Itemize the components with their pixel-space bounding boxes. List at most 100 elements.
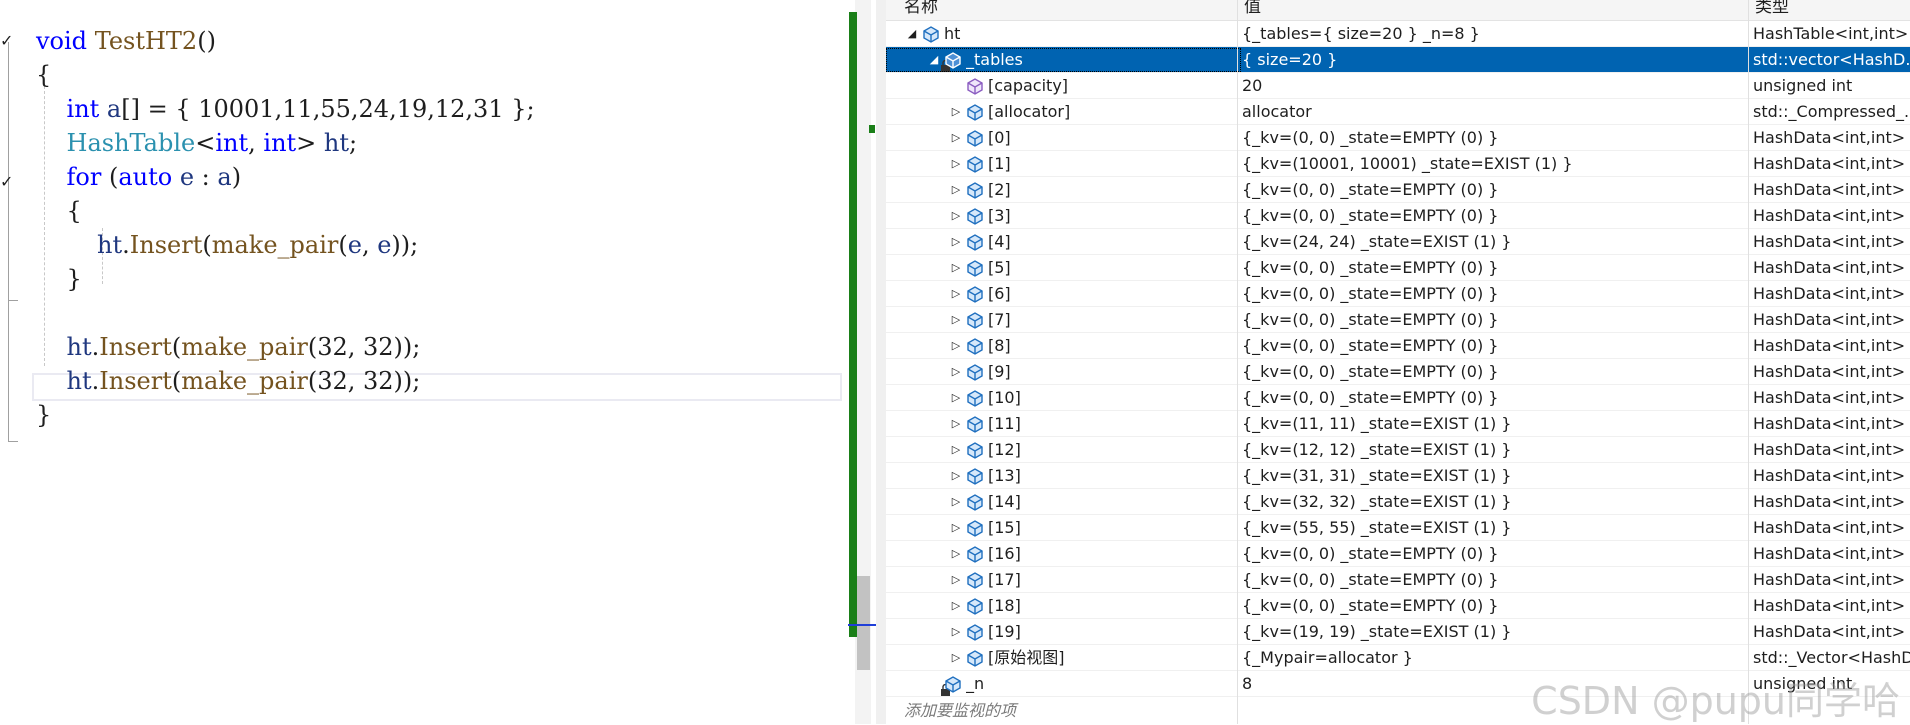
watch-row[interactable]: ▷ [4] {_kv=(24, 24) _state=EXIST (1) } Hash… (886, 229, 1910, 255)
watch-name-cell: [16] (988, 544, 1021, 563)
watch-row[interactable]: ▷ [18] {_kv=(0, 0) _state=EMPTY (0) } HashD… (886, 593, 1910, 619)
expand-arrow-icon[interactable]: ▷ (950, 333, 962, 359)
watch-value-cell[interactable]: {_kv=(0, 0) _state=EMPTY (0) } (1242, 333, 1748, 359)
expand-arrow-icon[interactable]: ▷ (950, 515, 962, 541)
expand-arrow-icon[interactable]: ▷ (950, 255, 962, 281)
code-line[interactable]: for (auto e : a) (36, 160, 242, 194)
watch-value-cell[interactable]: {_kv=(0, 0) _state=EMPTY (0) } (1242, 567, 1748, 593)
expand-arrow-icon[interactable]: ▷ (950, 593, 962, 619)
column-header-type[interactable]: 类型 (1755, 0, 1789, 18)
watch-row[interactable]: ▷ [0] {_kv=(0, 0) _state=EMPTY (0) } HashDa… (886, 125, 1910, 151)
code-line[interactable]: { (36, 58, 51, 92)
watch-value-cell[interactable]: {_kv=(32, 32) _state=EXIST (1) } (1242, 489, 1748, 515)
watch-row[interactable]: ▷ [2] {_kv=(0, 0) _state=EMPTY (0) } HashDa… (886, 177, 1910, 203)
code-line[interactable]: } (36, 262, 82, 296)
watch-value-cell[interactable]: {_kv=(0, 0) _state=EMPTY (0) } (1242, 125, 1748, 151)
watch-row[interactable]: ▷ [8] {_kv=(0, 0) _state=EMPTY (0) } HashDa… (886, 333, 1910, 359)
watch-row[interactable]: ▷ [15] {_kv=(55, 55) _state=EXIST (1) } Has… (886, 515, 1910, 541)
watch-value-cell[interactable]: {_kv=(31, 31) _state=EXIST (1) } (1242, 463, 1748, 489)
expand-arrow-icon[interactable]: ▷ (950, 541, 962, 567)
code-line[interactable]: ht.Insert(make_pair(32, 32)); (36, 364, 421, 398)
expand-arrow-icon[interactable]: ▷ (950, 385, 962, 411)
column-divider[interactable] (1748, 0, 1749, 724)
code-line[interactable]: HashTable<int, int> ht; (36, 126, 358, 160)
watch-row[interactable]: ▷ [10] {_kv=(0, 0) _state=EMPTY (0) } HashD… (886, 385, 1910, 411)
watch-row[interactable]: ▷ [11] {_kv=(11, 11) _state=EXIST (1) } Has… (886, 411, 1910, 437)
code-line[interactable]: } (36, 398, 51, 432)
watch-row[interactable]: ▷ [17] {_kv=(0, 0) _state=EMPTY (0) } HashD… (886, 567, 1910, 593)
expand-arrow-icon[interactable]: ▷ (950, 281, 962, 307)
expand-arrow-icon[interactable]: ▷ (950, 307, 962, 333)
expand-arrow-icon[interactable]: ▷ (950, 489, 962, 515)
watch-row[interactable]: ▷ [19] {_kv=(19, 19) _state=EXIST (1) } Has… (886, 619, 1910, 645)
code-line[interactable]: ht.Insert(make_pair(32, 32)); (36, 330, 421, 364)
expand-arrow-icon[interactable]: ▷ (950, 411, 962, 437)
watch-row[interactable]: ▷ [1] {_kv=(10001, 10001) _state=EXIST (1)… (886, 151, 1910, 177)
watch-value-cell[interactable]: {_kv=(0, 0) _state=EMPTY (0) } (1242, 359, 1748, 385)
collapse-arrow-icon[interactable]: ◢ (906, 21, 918, 47)
watch-value-cell[interactable]: {_tables={ size=20 } _n=8 } (1242, 21, 1748, 47)
watch-row[interactable]: ▷ [16] {_kv=(0, 0) _state=EMPTY (0) } HashD… (886, 541, 1910, 567)
watch-row[interactable]: ▷ [6] {_kv=(0, 0) _state=EMPTY (0) } HashDa… (886, 281, 1910, 307)
watch-type-cell: HashData<int,int> (1753, 596, 1906, 615)
code-token: ht (323, 129, 350, 157)
watch-value-cell[interactable]: {_kv=(10001, 10001) _state=EXIST (1) } (1242, 151, 1748, 177)
expand-arrow-icon[interactable]: ▷ (950, 203, 962, 229)
watch-value-cell[interactable]: {_kv=(55, 55) _state=EXIST (1) } (1242, 515, 1748, 541)
watch-value-cell[interactable]: {_kv=(0, 0) _state=EMPTY (0) } (1242, 281, 1748, 307)
watch-value-cell[interactable]: allocator (1242, 99, 1748, 125)
watch-row[interactable]: ▷ [14] {_kv=(32, 32) _state=EXIST (1) } Has… (886, 489, 1910, 515)
code-line[interactable]: { (36, 194, 82, 228)
fold-toggle-icon[interactable]: ✓ (0, 174, 14, 190)
expand-arrow-icon[interactable]: ▷ (950, 619, 962, 645)
pane-splitter[interactable] (876, 0, 886, 724)
watch-value-cell[interactable]: { size=20 } (1242, 47, 1748, 73)
code-line[interactable]: void TestHT2() (36, 24, 216, 58)
watch-value-cell[interactable]: {_kv=(0, 0) _state=EMPTY (0) } (1242, 541, 1748, 567)
watch-row[interactable]: ▷ [9] {_kv=(0, 0) _state=EMPTY (0) } HashDa… (886, 359, 1910, 385)
watch-row[interactable]: ▷ [7] {_kv=(0, 0) _state=EMPTY (0) } HashDa… (886, 307, 1910, 333)
watch-value-cell[interactable]: {_kv=(0, 0) _state=EMPTY (0) } (1242, 385, 1748, 411)
watch-row[interactable]: ▷ [3] {_kv=(0, 0) _state=EMPTY (0) } HashDa… (886, 203, 1910, 229)
column-divider[interactable] (1237, 0, 1238, 724)
watch-value-cell[interactable]: {_kv=(0, 0) _state=EMPTY (0) } (1242, 255, 1748, 281)
watch-row[interactable]: ▷ [12] {_kv=(12, 12) _state=EXIST (1) } Has… (886, 437, 1910, 463)
watch-value-cell[interactable]: {_kv=(11, 11) _state=EXIST (1) } (1242, 411, 1748, 437)
expand-arrow-icon[interactable]: ▷ (950, 359, 962, 385)
watch-value-cell[interactable]: {_kv=(19, 19) _state=EXIST (1) } (1242, 619, 1748, 645)
watch-value-cell[interactable]: {_kv=(12, 12) _state=EXIST (1) } (1242, 437, 1748, 463)
expand-arrow-icon[interactable]: ▷ (950, 567, 962, 593)
expand-arrow-icon[interactable]: ▷ (950, 151, 962, 177)
fold-toggle-icon[interactable]: ✓ (0, 33, 14, 49)
watch-value-cell[interactable]: {_kv=(24, 24) _state=EXIST (1) } (1242, 229, 1748, 255)
watch-row[interactable]: ▷ [原始视图] {_Mypair=allocator } std::_Vector<… (886, 645, 1910, 671)
expand-arrow-icon[interactable]: ▷ (950, 99, 962, 125)
watch-row[interactable]: [capacity] 20 unsigned int (886, 73, 1910, 99)
code-line[interactable]: ht.Insert(make_pair(e, e)); (36, 228, 418, 262)
watch-value-cell[interactable]: {_kv=(0, 0) _state=EMPTY (0) } (1242, 593, 1748, 619)
column-header-name[interactable]: 名称 (904, 0, 938, 18)
expand-arrow-icon[interactable]: ▷ (950, 463, 962, 489)
code-token: Insert (99, 367, 172, 395)
expand-arrow-icon[interactable]: ▷ (950, 645, 962, 671)
watch-value-cell[interactable]: {_Mypair=allocator } (1242, 645, 1748, 671)
watch-value-cell[interactable]: 20 (1242, 73, 1748, 99)
watch-row[interactable]: ▷ [5] {_kv=(0, 0) _state=EMPTY (0) } HashDa… (886, 255, 1910, 281)
object-icon (966, 545, 984, 563)
watch-value-cell[interactable]: {_kv=(0, 0) _state=EMPTY (0) } (1242, 203, 1748, 229)
watch-value-cell[interactable]: {_kv=(0, 0) _state=EMPTY (0) } (1242, 177, 1748, 203)
code-editor[interactable]: ✓ ✓ void TestHT2(){ int a[] = { 10001,11… (0, 0, 848, 724)
add-watch-input[interactable]: 添加要监视的项 (904, 698, 1016, 724)
code-line[interactable]: int a[] = { 10001,11,55,24,19,12,31 }; (36, 92, 535, 126)
watch-row[interactable]: ◢ ht {_tables={ size=20 } _n=8 } HashTable<… (886, 21, 1910, 47)
column-header-value[interactable]: 值 (1244, 0, 1261, 18)
expand-arrow-icon[interactable]: ▷ (950, 437, 962, 463)
watch-value-cell[interactable]: {_kv=(0, 0) _state=EMPTY (0) } (1242, 307, 1748, 333)
watch-row[interactable]: ▷ [13] {_kv=(31, 31) _state=EXIST (1) } Has… (886, 463, 1910, 489)
scrollbar-thumb[interactable] (857, 576, 870, 670)
expand-arrow-icon[interactable]: ▷ (950, 125, 962, 151)
watch-window[interactable]: 名称 值 类型 ◢ ht {_tables={ size=20 } _n=8 } Ha… (886, 0, 1910, 724)
watch-row[interactable]: ▷ [allocator] allocator std::_Compressed_..… (886, 99, 1910, 125)
expand-arrow-icon[interactable]: ▷ (950, 177, 962, 203)
expand-arrow-icon[interactable]: ▷ (950, 229, 962, 255)
